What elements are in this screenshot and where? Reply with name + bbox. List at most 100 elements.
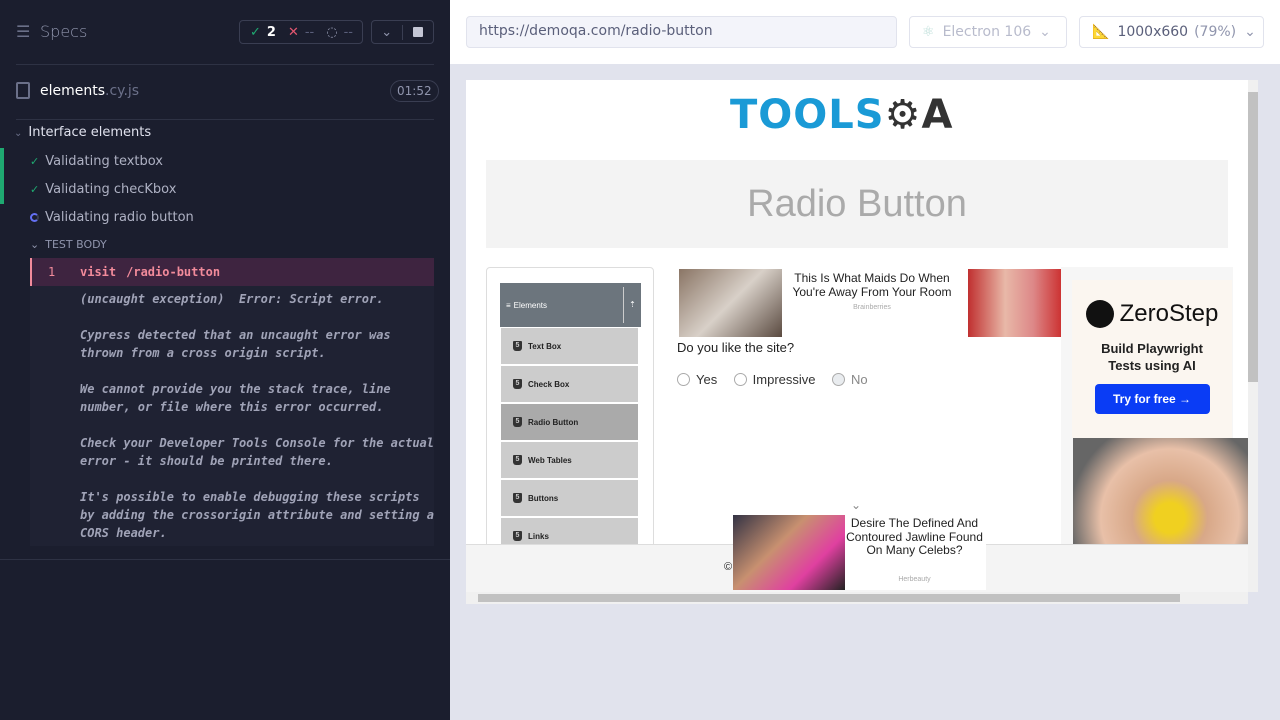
divider [16,64,434,65]
nav-group-elements[interactable]: ≡ Elements ⇡ [500,283,641,327]
radio-label: Impressive [752,372,816,387]
chevron-down-icon: ⌄ [1039,24,1051,40]
nav-label: Buttons [528,493,559,503]
test-body-toggle[interactable]: ⌄ TEST BODY [30,238,107,251]
pending-icon: ◌ [326,24,338,40]
cypress-runner-panel: ☰ Specs ✓ 2 ✕ -- ◌ -- ⌄ elements.cy.js 01:5… [0,0,450,720]
viewport-scale: (79%) [1194,24,1237,40]
radio-circle[interactable] [733,373,747,386]
spec-ext: .cy.js [105,83,140,99]
html5-icon: 5 [513,341,522,351]
test-stats: ✓ 2 ✕ -- ◌ -- [239,20,363,44]
test-body-label: TEST BODY [45,238,107,251]
fail-icon: ✕ [287,24,299,40]
toolsqa-logo[interactable]: TOOLS⚙A [730,92,953,138]
nav-check-box[interactable]: 5 Check Box [501,366,638,402]
nav-group-label: Elements [513,300,548,310]
stop-button[interactable] [403,27,433,37]
html5-icon: 5 [513,379,522,389]
ad-image[interactable] [968,269,1061,337]
test-item[interactable]: ✓ Validating textbox [30,154,163,169]
specs-list-icon[interactable]: ☰ [16,22,30,41]
ad-brand: ZeroStep [1119,300,1219,327]
ad-title: Desire The Defined And Contoured Jawline… [846,516,983,557]
html5-icon: 5 [513,493,522,503]
nav-label: Web Tables [528,455,572,465]
nav-text-box[interactable]: 5 Text Box [501,328,638,364]
ad-jawline[interactable]: Desire The Defined And Contoured Jawline… [733,515,986,590]
spec-file-name[interactable]: elements.cy.js [40,83,139,99]
menu-icon: ≡ [506,300,511,310]
command-name: visit [80,265,117,279]
html5-icon: 5 [513,417,522,427]
app-under-test: TOOLS⚙A Radio Button ≡ Elements ⇡ 5 Text Bo… [466,80,1248,604]
try-for-free-button[interactable]: Try for free → [1094,384,1210,414]
suite-title: Interface elements [28,125,152,140]
zerostep-ad[interactable]: ZeroStep Build Playwright Tests using AI… [1072,280,1232,438]
radio-label: No [850,372,868,387]
ad-title[interactable]: This Is What Maids Do When You're Away F… [782,271,962,299]
radio-group: Yes Impressive No [677,372,880,391]
html5-icon: 5 [513,455,522,465]
browser-preview: https://demoqa.com/radio-button ⚛ Electro… [450,0,1280,720]
ad-image[interactable] [679,269,782,337]
command-arg: /radio-button [126,265,221,279]
nav-web-tables[interactable]: 5 Web Tables [501,442,638,478]
divider [0,559,450,560]
viewport-selector[interactable]: 📐 1000x660 (79%) ⌄ [1079,16,1264,48]
sidebar: ≡ Elements ⇡ 5 Text Box 5 Check Box 5 Radio B… [486,267,654,567]
chevron-down-icon[interactable]: ⌄ [851,498,861,512]
viewport-size: 1000x660 [1117,24,1189,40]
test-label: Validating radio button [45,210,194,225]
nav-radio-button[interactable]: 5 Radio Button [501,404,638,440]
radio-yes[interactable]: Yes [677,372,717,387]
passed-count: 2 [266,24,276,40]
browser-selector[interactable]: ⚛ Electron 106 ⌄ [909,16,1067,48]
spinner-icon [30,213,39,222]
check-icon: ✓ [30,183,40,196]
scrollbar-thumb[interactable] [1248,92,1258,382]
spec-name: elements [40,83,106,99]
controls: ⌄ [371,20,434,44]
zerostep-logo-icon [1085,300,1114,328]
test-item[interactable]: Validating radio button [30,210,194,225]
ad-source: Herbeauty [898,576,931,583]
html5-icon: 5 [513,531,522,541]
nav-buttons[interactable]: 5 Buttons [501,480,638,516]
file-icon [16,82,30,99]
vertical-scrollbar[interactable] [1248,80,1258,592]
collapse-icon: ⇡ [623,287,641,323]
chevron-down-icon[interactable]: ⌄ [372,24,403,40]
chevron-down-icon: ⌄ [30,238,40,251]
passed-indicator [0,148,4,204]
chevron-down-icon: ⌄ [1244,24,1256,40]
question-label: Do you like the site? [677,340,795,355]
test-item[interactable]: ✓ Validating checKbox [30,182,176,197]
page-heading: Radio Button [486,160,1228,248]
ad-text: Build Playwright Tests using AI [1101,341,1203,373]
check-icon: ✓ [30,155,40,168]
stop-icon [412,27,423,37]
nav-label: Check Box [528,379,570,389]
suite-interface-elements[interactable]: ⌄ Interface elements [14,125,151,140]
scrollbar-thumb[interactable] [478,594,1180,602]
url-bar[interactable]: https://demoqa.com/radio-button [466,16,897,48]
browser-name: Electron 106 [942,24,1032,40]
error-message: (uncaught exception) Error: Script error… [30,286,434,546]
horizontal-scrollbar[interactable] [466,592,1248,604]
nav-label: Radio Button [528,417,579,427]
specs-title: Specs [40,22,88,41]
chevron-down-icon: ⌄ [14,128,23,139]
ad-source: Brainberries [853,304,891,311]
radio-impressive[interactable]: Impressive [733,372,816,387]
nav-label: Links [528,531,549,541]
command-number: 1 [48,265,56,279]
nav-label: Text Box [528,341,562,351]
pending-count: -- [343,24,353,40]
duration-badge: 01:52 [390,80,439,102]
radio-circle[interactable] [677,373,690,386]
test-label: Validating checKbox [45,182,177,197]
radio-no: No [831,372,868,387]
command-visit[interactable]: 1 visit /radio-button [30,258,434,286]
electron-icon: ⚛ [922,24,935,40]
